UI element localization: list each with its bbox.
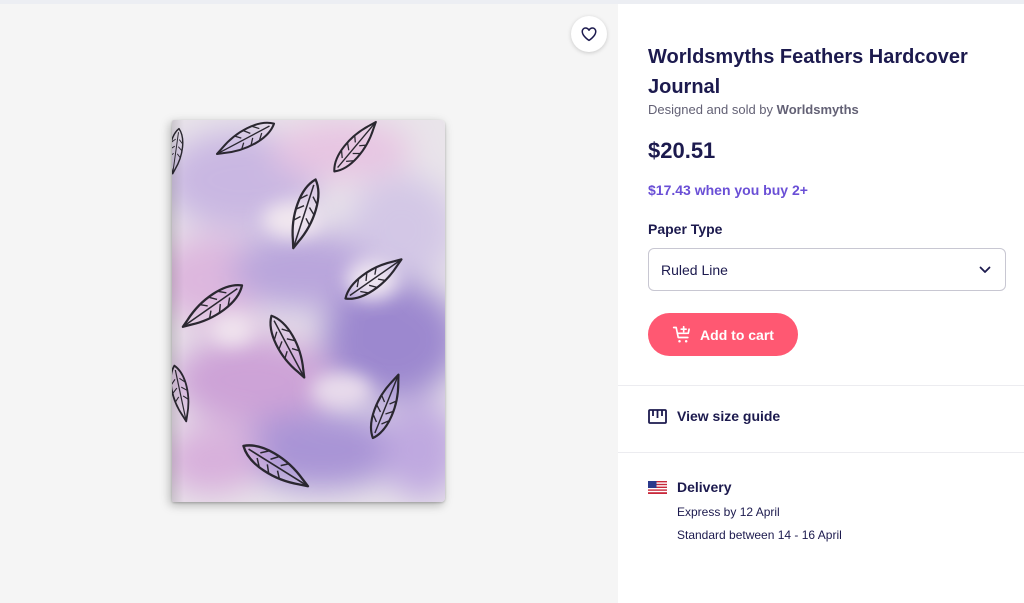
paper-type-select[interactable]: Ruled Line [648, 248, 1006, 291]
paper-type-value: Ruled Line [661, 261, 728, 278]
standard-delivery-text: Standard between 14 - 16 April [677, 528, 842, 542]
seller-link[interactable]: Worldsmyths [777, 102, 859, 117]
product-title: Worldsmyths Feathers Hardcover Journal [648, 46, 968, 98]
favorite-button[interactable] [571, 16, 607, 52]
chevron-down-icon [979, 266, 991, 273]
bulk-discount-offer: $17.43 when you buy 2+ [648, 182, 808, 198]
delivery-label: Delivery [677, 479, 732, 495]
seller-byline: Designed and sold by Worldsmyths [648, 102, 859, 117]
add-to-cart-label: Add to cart [700, 326, 774, 343]
delivery-info: Delivery Express by 12 April Standard be… [648, 479, 1008, 542]
product-image-journal[interactable] [172, 120, 445, 502]
size-guide-label: View size guide [677, 408, 781, 424]
product-price: $20.51 [648, 138, 716, 163]
cart-plus-icon [672, 325, 690, 342]
paper-type-label: Paper Type [648, 221, 723, 237]
product-gallery [0, 4, 618, 603]
journal-cover-art [172, 120, 445, 502]
ruler-icon [648, 408, 667, 424]
us-flag-icon [648, 480, 667, 494]
divider [618, 452, 1024, 453]
heart-icon [581, 27, 597, 42]
product-details-panel: Worldsmyths Feathers Hardcover Journal D… [618, 4, 1024, 603]
express-delivery-text: Express by 12 April [677, 505, 780, 519]
divider [618, 385, 1024, 386]
add-to-cart-button[interactable]: Add to cart [648, 313, 798, 356]
byline-prefix: Designed and sold by [648, 102, 774, 117]
size-guide-link[interactable]: View size guide [648, 408, 780, 424]
